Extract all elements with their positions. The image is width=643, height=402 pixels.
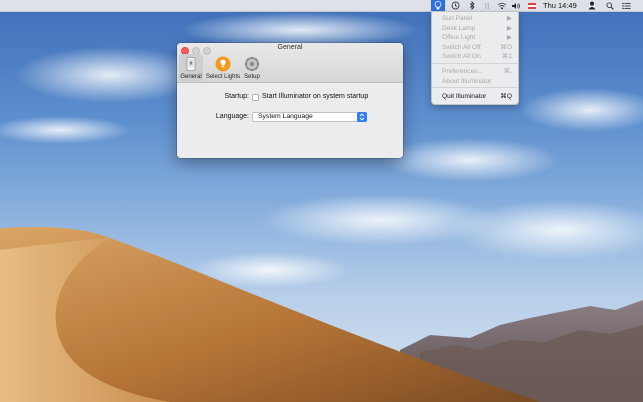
bluetooth-icon[interactable] [467,0,477,11]
phone-icon [183,56,199,72]
menu-item-label: Desk Lamp [442,24,476,32]
menu-item-quit[interactable]: Quit Illuminator ⌘Q [442,92,514,101]
startup-checkbox[interactable] [252,94,259,101]
illuminator-bulb-icon[interactable] [431,0,445,11]
lightbulb-icon [215,56,231,72]
menu-item-shortcut: ⌘Q [500,93,512,100]
spotlight-search-icon[interactable] [604,0,616,11]
time-machine-icon[interactable] [449,0,461,11]
submenu-arrow-icon: ▶ [506,34,512,41]
menu-item-shortcut: ⌘O [500,43,512,51]
gear-icon [244,56,260,72]
pause-icon[interactable] [482,0,492,11]
menu-item-about[interactable]: About Illuminator [442,77,514,86]
menu-item-label: About Illuminator [442,77,492,85]
wifi-icon[interactable] [496,0,508,11]
user-icon[interactable] [586,0,598,11]
toolbar-label: General [180,74,202,80]
menu-item-office-light[interactable]: Office Light ▶ [442,33,514,42]
toolbar-label: Select Lights [205,74,241,80]
startup-label: Startup: [224,93,249,100]
flag-icon[interactable] [527,0,537,11]
toolbar-select-lights[interactable]: Select Lights [205,54,241,81]
menu-item-desk-lamp[interactable]: Desk Lamp ▶ [442,24,514,33]
notification-center-icon[interactable] [619,0,633,11]
menu-item-label: Switch All Off [442,43,481,51]
menu-item-switch-all-off[interactable]: Switch All Off ⌘O [442,43,514,52]
language-label: Language: [215,113,249,120]
menu-separator [432,87,518,88]
startup-checkbox-label[interactable]: Start Illuminator on system startup [262,93,368,100]
toolbar-setup[interactable]: Setup [241,54,263,81]
toolbar-label: Setup [244,74,260,80]
general-pane: Startup: Start Illuminator on system sta… [177,83,403,158]
menu-item-label: Switch All On [442,53,481,60]
language-select[interactable]: System Language [252,112,367,122]
chevron-updown-icon[interactable] [357,112,367,122]
menu-bar: Thu 14:49 [0,0,643,12]
preferences-window: General General Select Lights Setup Star… [177,43,403,158]
menu-item-label: Sun Panel [442,15,473,22]
menu-item-preferences[interactable]: Preferences... ⌘, [442,67,514,76]
menu-item-label: Preferences... [442,68,484,75]
window-title: General [277,44,303,51]
menu-item-label: Office Light [442,34,476,41]
submenu-arrow-icon: ▶ [506,24,512,32]
menu-separator [432,63,518,64]
menu-item-shortcut: ⌘, [503,68,512,75]
volume-icon[interactable] [510,0,522,11]
menu-item-shortcut: ⌘1 [501,53,512,60]
illuminator-status-menu: Sun Panel ▶ Desk Lamp ▶ Office Light ▶ S… [431,11,519,105]
menu-item-label: Quit Illuminator [442,93,487,100]
submenu-arrow-icon: ▶ [506,15,512,22]
menubar-clock[interactable]: Thu 14:49 [543,0,577,11]
window-titlebar[interactable]: General General Select Lights Setup [177,43,403,83]
menu-item-switch-all-on[interactable]: Switch All On ⌘1 [442,52,514,61]
language-select-value: System Language [258,113,313,120]
toolbar-general[interactable]: General [179,54,203,81]
menu-item-sun-panel[interactable]: Sun Panel ▶ [442,14,514,23]
